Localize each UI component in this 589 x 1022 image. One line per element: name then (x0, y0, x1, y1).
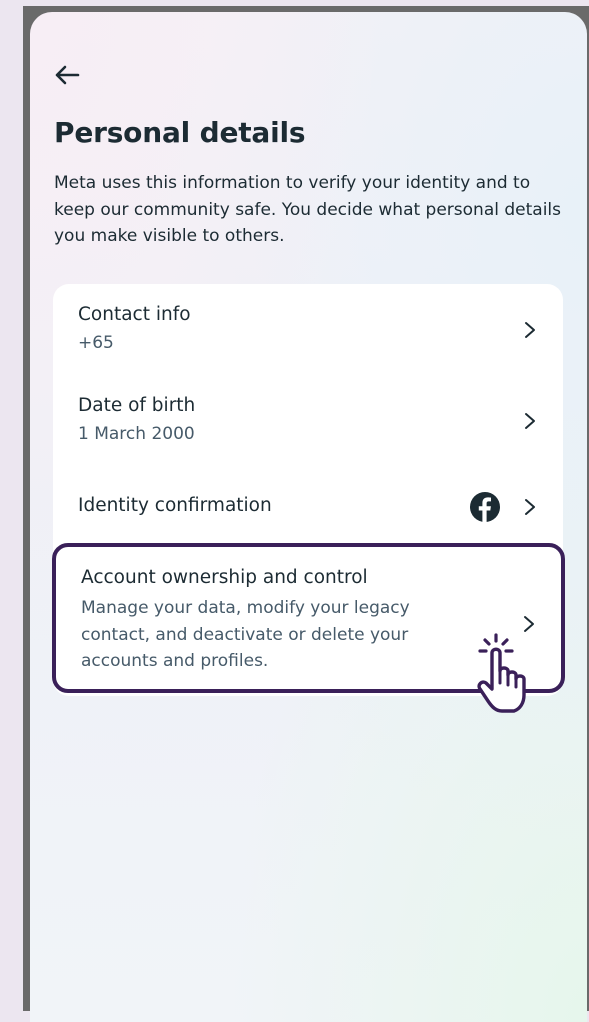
facebook-icon (470, 492, 500, 522)
personal-details-screen: Personal details Meta uses this informat… (30, 12, 587, 1022)
date-of-birth-item[interactable]: Date of birth 1 March 2000 (53, 376, 563, 468)
pointing-hand-cursor-icon (477, 633, 526, 713)
identity-confirmation-item[interactable]: Identity confirmation (53, 474, 563, 554)
identity-confirmation-title: Identity confirmation (78, 495, 272, 516)
contact-info-title: Contact info (78, 304, 191, 325)
back-button[interactable] (52, 60, 82, 90)
chevron-right-icon (525, 322, 535, 338)
page-description: Meta uses this information to verify you… (54, 173, 562, 246)
contact-info-item[interactable]: Contact info +65 (53, 284, 563, 374)
contact-info-value: +65 (78, 333, 114, 353)
date-of-birth-title: Date of birth (78, 395, 196, 416)
chevron-right-icon (525, 499, 535, 515)
date-of-birth-value: 1 March 2000 (78, 424, 195, 444)
arrow-left-icon (55, 65, 80, 85)
account-ownership-description: Manage your data, modify your legacy con… (81, 598, 410, 671)
account-ownership-item[interactable]: Account ownership and control Manage you… (52, 543, 565, 713)
account-ownership-title: Account ownership and control (81, 567, 368, 588)
chevron-right-icon (525, 413, 535, 429)
page-title: Personal details (54, 116, 306, 149)
